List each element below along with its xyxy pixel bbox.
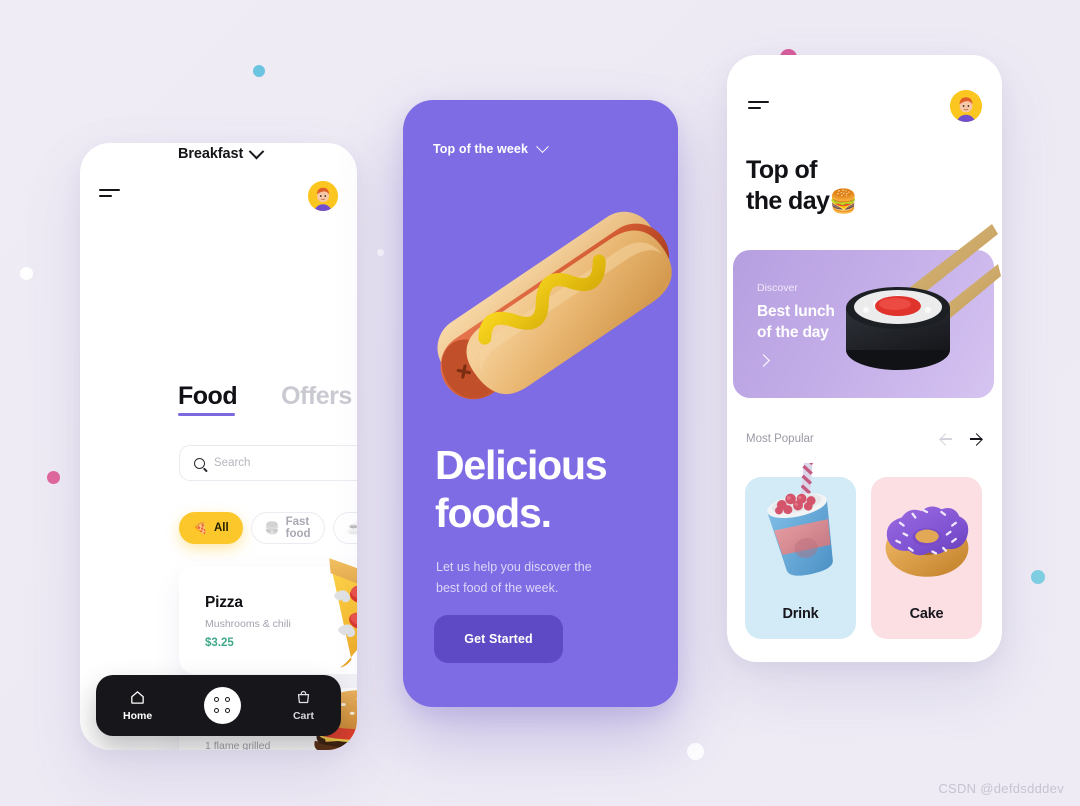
search-input[interactable]: Search — [179, 445, 357, 481]
popular-card[interactable]: Cake — [871, 477, 982, 639]
avatar[interactable] — [308, 181, 338, 211]
chip-fast-food[interactable]: 🍔 Fast food — [250, 512, 325, 544]
page-title-line-2-row: the day🍔 — [746, 186, 858, 217]
nav-home-label: Home — [123, 710, 153, 722]
breakfast-dropdown[interactable]: Breakfast — [178, 143, 265, 162]
top-of-week-dropdown[interactable]: Top of the week — [433, 139, 549, 156]
popular-card-label: Cake — [909, 606, 944, 622]
dot-white-bottom — [687, 743, 704, 760]
arrow-right-icon[interactable] — [969, 432, 982, 445]
tab-bar: Food Offers — [178, 382, 352, 417]
arrow-left-icon[interactable] — [940, 432, 953, 445]
tab-food-label: Food — [178, 382, 238, 410]
subtext-line-2: best food of the week. — [436, 580, 559, 595]
hamburger-icon[interactable] — [99, 189, 121, 201]
burger-emoji-icon: 🍔 — [829, 188, 858, 215]
avatar[interactable] — [950, 90, 982, 122]
section-label: Most Popular — [746, 432, 814, 445]
donut-illustration — [873, 485, 981, 593]
search-icon — [194, 457, 205, 469]
food-item-description: Mushrooms & chili — [205, 618, 291, 630]
sushi-illustration — [806, 220, 1001, 405]
popular-card-label: Drink — [782, 606, 819, 622]
pizza-slice-illustration — [295, 544, 357, 676]
page-title-line-1: Top of — [746, 156, 818, 184]
dot-cyan-top-left — [253, 65, 265, 77]
headline-line-1: Delicious — [435, 442, 608, 488]
promo-title: Best lunch of the day — [757, 301, 835, 344]
chevron-down-icon — [536, 139, 549, 153]
watermark: CSDN @defdsdddev — [938, 781, 1064, 796]
dot-pink-left — [47, 471, 60, 484]
chip-all[interactable]: 🍕 All — [179, 512, 243, 544]
most-popular-header: Most Popular — [746, 432, 982, 445]
nav-item-home[interactable]: Home — [123, 689, 152, 722]
nav-cart-label: Cart — [292, 710, 314, 722]
food-item-name: Pizza — [205, 594, 243, 611]
tab-offers[interactable]: Offers — [281, 383, 352, 409]
promo-title-line-1: Best lunch — [757, 303, 835, 320]
middle-phone-card: Top of the week Delicious foods. Let us … — [403, 100, 678, 707]
chip-fast-food-label: Fast food — [285, 516, 311, 540]
get-started-button[interactable]: Get Started — [434, 615, 563, 663]
food-item-price: $3.25 — [205, 637, 234, 649]
hamburger-icon[interactable] — [748, 101, 770, 113]
coffee-icon: ☕ — [346, 521, 357, 535]
tab-food[interactable]: Food — [178, 382, 238, 417]
canvas: Breakfast Food Offers Search 🍕 All 🍔 Fas… — [0, 0, 1080, 806]
burger-icon: 🍔 — [264, 521, 280, 535]
top-of-week-label: Top of the week — [433, 142, 529, 156]
hero-headline: Delicious foods. — [435, 442, 608, 537]
drink-cup-illustration — [742, 463, 860, 589]
page-title-line-2: the day — [746, 187, 830, 216]
nav-item-cart[interactable]: Cart — [293, 689, 314, 722]
chip-drink[interactable]: ☕ Drink — [332, 512, 357, 544]
search-placeholder: Search — [214, 457, 251, 469]
home-icon — [131, 691, 144, 704]
promo-banner[interactable]: Discover Best lunch of the day — [733, 224, 1001, 398]
chevron-right-icon[interactable] — [757, 354, 770, 367]
promo-title-line-2: of the day — [757, 324, 829, 342]
hero-subtext: Let us help you discover the best food o… — [436, 557, 636, 599]
bottom-navigation: Home Cart — [96, 675, 341, 736]
page-title: Top of the day🍔 — [746, 155, 858, 218]
promo-kicker: Discover — [757, 282, 798, 294]
chevron-down-icon — [248, 143, 265, 159]
right-phone-card: Discover Best lunch of the day Drink Cak… — [727, 55, 1002, 662]
carousel-controls — [940, 432, 982, 445]
food-list-item[interactable]: Pizza Mushrooms & chili $3.25 — [179, 558, 357, 674]
dot-white-mid — [377, 249, 384, 256]
food-item-description: 1 flame grilled — [205, 740, 271, 750]
left-phone-title: Breakfast — [178, 146, 244, 162]
popular-card[interactable]: Drink — [745, 463, 856, 639]
category-chip-list: 🍕 All 🍔 Fast food ☕ Drink — [179, 512, 357, 544]
headline-line-2: foods. — [435, 489, 552, 536]
chip-all-label: All — [213, 522, 229, 534]
left-phone-card: Breakfast Food Offers Search 🍕 All 🍔 Fas… — [80, 143, 357, 750]
dot-white-left — [20, 267, 33, 280]
grid-dots-icon[interactable] — [204, 687, 242, 724]
pizza-icon: 🍕 — [193, 521, 208, 535]
subtext-line-1: Let us help you discover the — [436, 560, 592, 574]
dot-cyan-right — [1031, 570, 1045, 584]
bag-icon — [297, 690, 310, 704]
tab-offers-label: Offers — [281, 382, 352, 410]
